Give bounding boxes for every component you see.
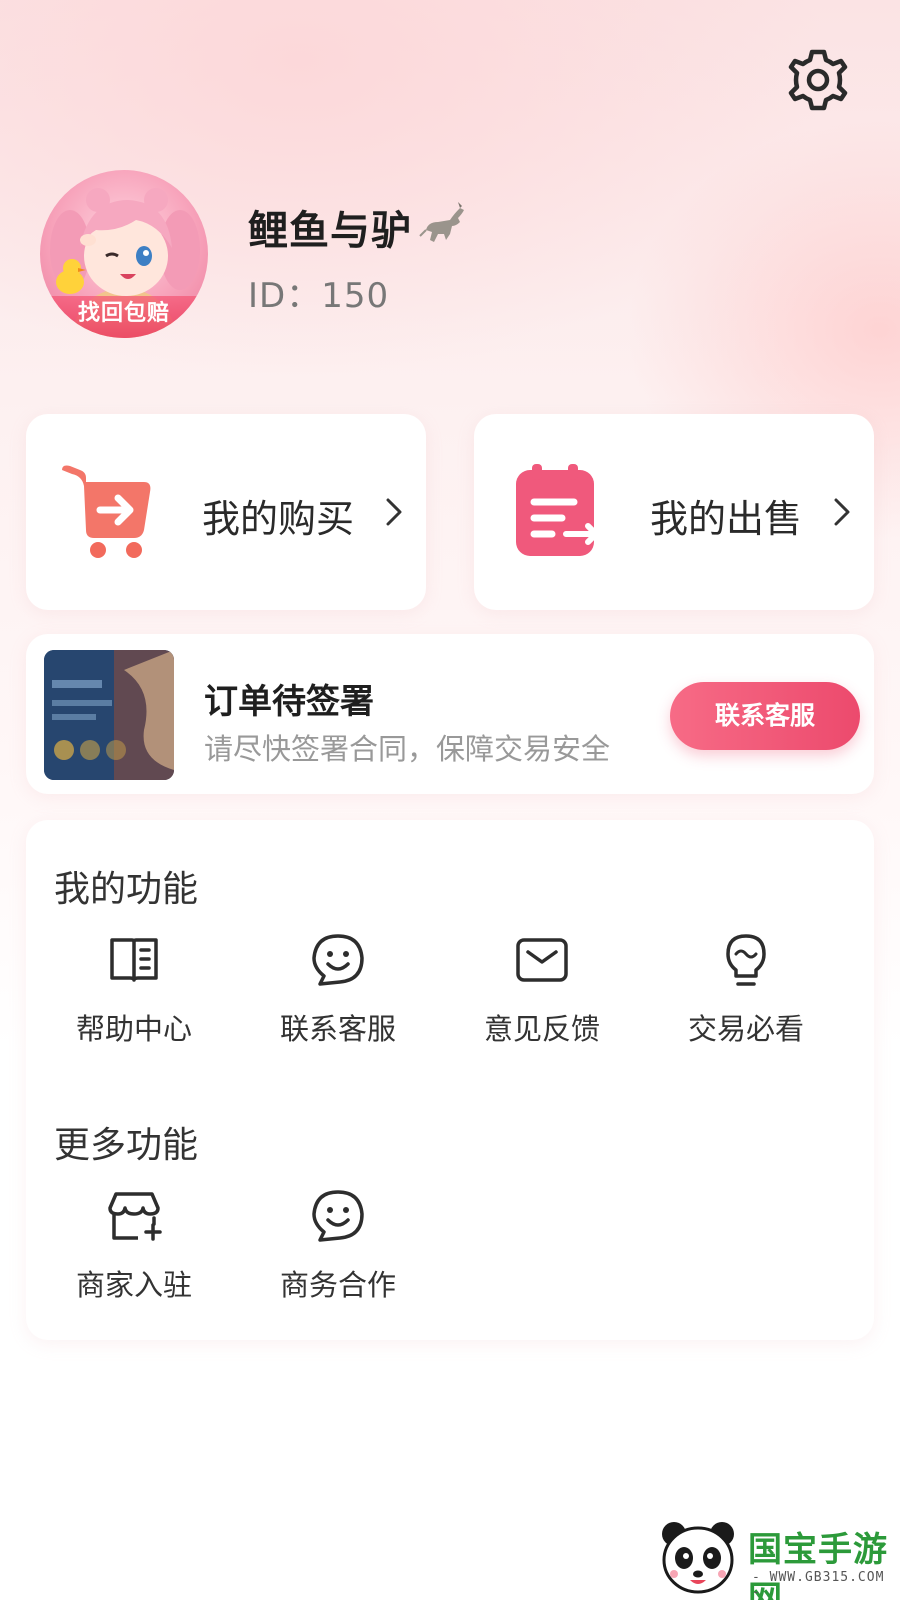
- contact-service-label: 联系客服: [279, 1012, 396, 1046]
- smile-chat-icon: [312, 1190, 364, 1242]
- order-title: 订单待签署: [204, 682, 374, 722]
- help-center-label: 帮助中心: [75, 1012, 192, 1046]
- panda-logo-icon: [662, 1522, 734, 1594]
- document-arrow-icon: [516, 464, 599, 556]
- my-sales-card[interactable]: 我的出售: [474, 414, 874, 610]
- contact-service-item[interactable]: 联系客服: [238, 932, 438, 1072]
- my-sales-label: 我的出售: [650, 497, 803, 541]
- game-screenshot-thumbnail: [44, 650, 174, 780]
- order-pending-card[interactable]: 订单待签署 请尽快签署合同，保障交易安全 联系客服: [26, 634, 874, 794]
- merchant-join-label: 商家入驻: [75, 1268, 192, 1302]
- lightbulb-icon: [726, 934, 766, 986]
- cart-arrow-icon: [62, 465, 151, 558]
- book-icon: [110, 938, 158, 982]
- my-purchases-card[interactable]: 我的购买: [26, 414, 426, 610]
- my-purchases-label: 我的购买: [202, 497, 355, 541]
- site-watermark: 国宝手游网 - WWW.GB315.COM -: [648, 1512, 900, 1600]
- feedback-label: 意见反馈: [483, 1012, 600, 1046]
- avatar-badge: 找回包赔: [40, 296, 208, 338]
- merchant-join-item[interactable]: 商家入驻: [34, 1188, 234, 1328]
- chevron-right-icon: [386, 498, 402, 526]
- profile-page: 找回包赔 鲤鱼与驴 ID：150 我的购买 我的出售 订单待签署 请尽快签署合同…: [0, 0, 900, 1600]
- more-functions-title: 更多功能: [54, 1125, 199, 1166]
- business-cooperation-item[interactable]: 商务合作: [238, 1188, 438, 1328]
- chevron-right-icon: [834, 498, 850, 526]
- gear-icon: [788, 49, 848, 111]
- trade-guide-item[interactable]: 交易必看: [646, 932, 846, 1072]
- avatar[interactable]: 找回包赔: [40, 170, 208, 338]
- mail-icon: [516, 938, 568, 982]
- store-add-icon: [108, 1192, 162, 1241]
- trade-guide-label: 交易必看: [687, 1012, 804, 1046]
- donkey-icon: [419, 202, 464, 242]
- contact-service-button[interactable]: 联系客服: [670, 682, 860, 750]
- my-functions-title: 我的功能: [54, 869, 199, 910]
- order-subtitle: 请尽快签署合同，保障交易安全: [204, 732, 611, 766]
- functions-panel: 我的功能 帮助中心 联系客服 意见反馈 交易必看 更多功能 商家入驻 商务合作: [26, 820, 874, 1340]
- help-center-item[interactable]: 帮助中心: [34, 932, 234, 1072]
- settings-button[interactable]: [782, 44, 854, 116]
- smile-chat-icon: [312, 934, 364, 986]
- business-cooperation-label: 商务合作: [279, 1268, 396, 1302]
- username: 鲤鱼与驴: [248, 208, 412, 254]
- feedback-item[interactable]: 意见反馈: [442, 932, 642, 1072]
- watermark-url: - WWW.GB315.COM -: [752, 1570, 885, 1600]
- user-id: ID：150: [248, 276, 390, 316]
